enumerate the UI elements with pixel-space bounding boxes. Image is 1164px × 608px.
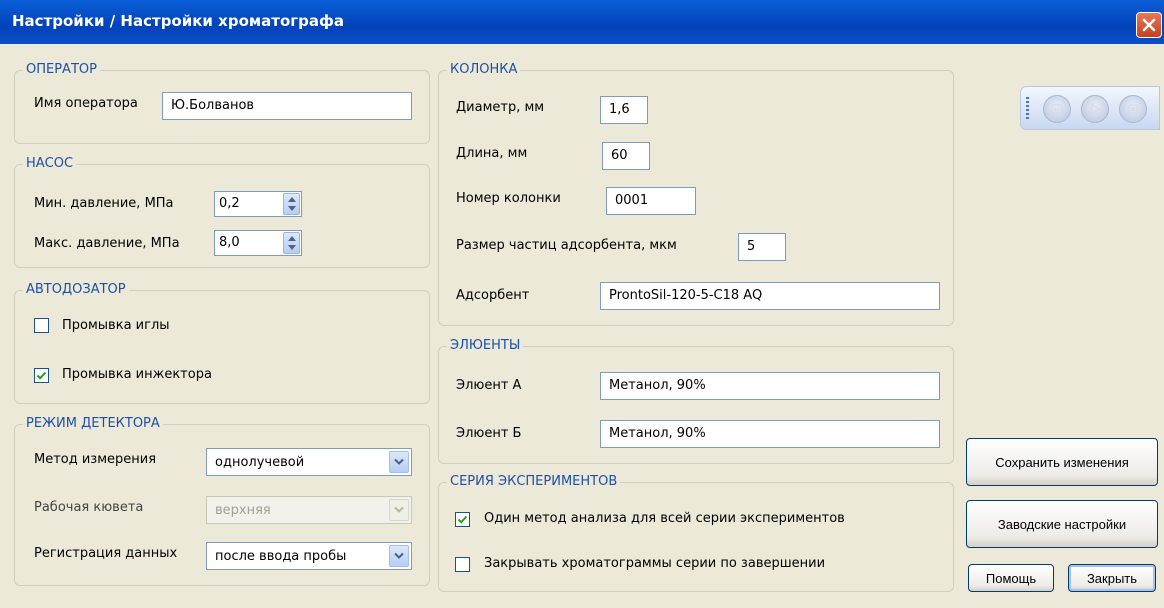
stop-icon [1128, 104, 1138, 114]
adsorbent-label: Адсорбент [456, 288, 530, 303]
one-method-label: Один метод анализа для всей серии экспер… [484, 511, 845, 526]
column-number-field[interactable]: 0001 [606, 187, 696, 215]
cuvette-dropdown-button [389, 499, 409, 521]
eluent-b-label: Элюент Б [456, 426, 522, 441]
chevron-down-icon [394, 458, 404, 465]
autosampler-group: АВТОДОЗАТОР [14, 282, 430, 404]
registration-label: Регистрация данных [34, 546, 178, 561]
operator-group-label: ОПЕРАТОР [23, 62, 100, 77]
max-pressure-spin-buttons[interactable] [283, 232, 300, 254]
stop-button[interactable] [1119, 95, 1147, 123]
check-icon [457, 515, 468, 524]
diameter-field[interactable]: 1,6 [600, 96, 648, 124]
injector-wash-label: Промывка инжектора [62, 367, 212, 382]
pause-button[interactable] [1043, 95, 1071, 123]
max-pressure-label: Макс. давление, МПа [34, 236, 180, 251]
run-toolbar [1020, 86, 1160, 130]
registration-select[interactable]: после ввода пробы [206, 542, 412, 570]
particle-size-field[interactable]: 5 [738, 233, 786, 261]
eluent-a-label: Элюент А [456, 378, 522, 393]
operator-name-field[interactable]: Ю.Болванов [162, 92, 412, 120]
cuvette-label: Рабочая кювета [34, 500, 144, 515]
help-button[interactable]: Помощь [968, 564, 1054, 592]
max-pressure-spinner[interactable]: 8,0 [214, 230, 302, 256]
close-window-button[interactable] [1136, 12, 1162, 38]
chevron-down-icon [394, 506, 404, 513]
play-button[interactable] [1081, 95, 1109, 123]
column-group-label: КОЛОНКА [447, 62, 521, 77]
max-pressure-value: 8,0 [219, 235, 240, 250]
particle-size-label: Размер частиц адсорбента, мкм [456, 238, 677, 253]
series-group: СЕРИЯ ЭКСПЕРИМЕНТОВ [438, 474, 954, 592]
column-number-label: Номер колонки [456, 191, 561, 206]
detector-group-label: РЕЖИМ ДЕТЕКТОРА [23, 416, 163, 431]
method-value: однолучевой [215, 455, 305, 470]
pump-group-label: НАСОС [23, 156, 77, 171]
min-pressure-label: Мин. давление, МПа [34, 196, 174, 211]
method-dropdown-button[interactable] [389, 451, 409, 473]
diameter-label: Диаметр, мм [456, 100, 545, 115]
length-label: Длина, мм [456, 146, 528, 161]
registration-dropdown-button[interactable] [389, 545, 409, 567]
registration-value: после ввода пробы [215, 549, 347, 564]
close-button[interactable]: Закрыть [1068, 564, 1156, 592]
pause-icon [1051, 104, 1063, 114]
min-pressure-value: 0,2 [219, 196, 240, 211]
needle-wash-checkbox[interactable] [34, 318, 49, 333]
method-label: Метод измерения [34, 452, 157, 467]
save-changes-button[interactable]: Сохранить изменения [966, 438, 1158, 486]
needle-wash-label: Промывка иглы [62, 318, 170, 333]
close-chromatograms-label: Закрывать хроматограммы серии по заверше… [484, 556, 826, 571]
close-icon [1142, 18, 1156, 32]
adsorbent-field[interactable]: ProntoSil-120-5-C18 AQ [600, 282, 940, 310]
min-pressure-spinner[interactable]: 0,2 [214, 191, 302, 217]
eluent-b-field[interactable]: Метанол, 90% [600, 420, 940, 448]
chevron-down-icon [394, 552, 404, 559]
method-select[interactable]: однолучевой [206, 448, 412, 476]
play-icon [1091, 103, 1101, 115]
series-group-label: СЕРИЯ ЭКСПЕРИМЕНТОВ [447, 474, 621, 489]
min-pressure-spin-buttons[interactable] [283, 193, 300, 215]
operator-name-label: Имя оператора [34, 96, 138, 111]
length-field[interactable]: 60 [602, 142, 650, 170]
eluent-a-field[interactable]: Метанол, 90% [600, 372, 940, 400]
title-bar: Настройки / Настройки хроматографа [0, 0, 1164, 44]
check-icon [36, 371, 47, 380]
one-method-checkbox[interactable] [455, 512, 470, 527]
cuvette-select: верхняя [206, 496, 412, 524]
close-chromatograms-checkbox[interactable] [455, 557, 470, 572]
injector-wash-checkbox[interactable] [34, 368, 49, 383]
toolbar-grip[interactable] [1026, 97, 1029, 121]
autosampler-group-label: АВТОДОЗАТОР [23, 282, 129, 297]
window-title: Настройки / Настройки хроматографа [12, 12, 344, 30]
factory-settings-button[interactable]: Заводские настройки [966, 500, 1158, 548]
cuvette-value: верхняя [215, 503, 271, 518]
eluents-group-label: ЭЛЮЕНТЫ [447, 338, 524, 353]
